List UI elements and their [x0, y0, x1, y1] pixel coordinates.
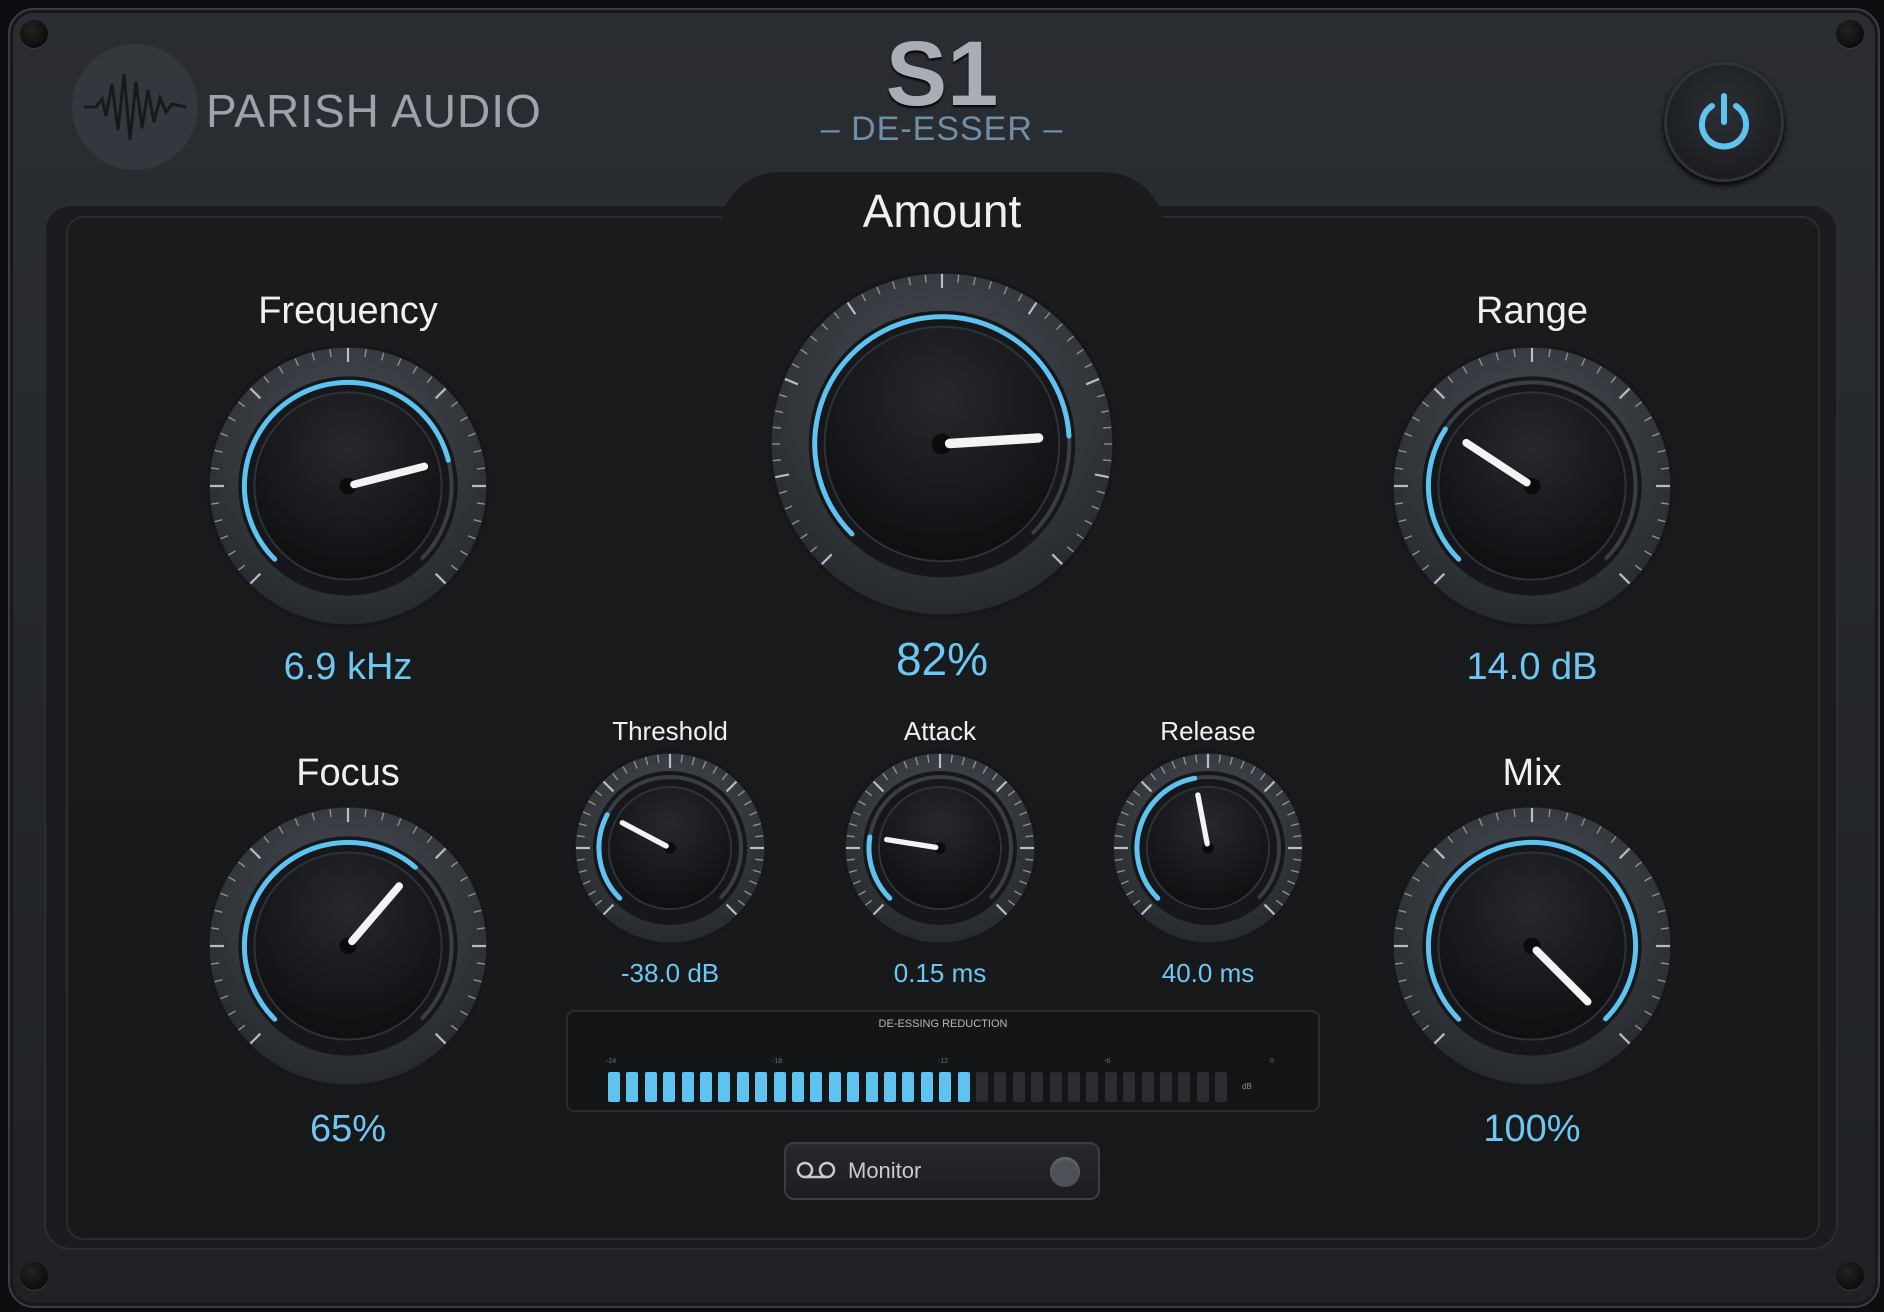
meter-tick-label: -24: [606, 1058, 617, 1065]
meter-segment: [1086, 1072, 1099, 1102]
monitor-label: Monitor: [848, 1158, 922, 1183]
monitor-toggle[interactable]: Monitor: [784, 1142, 1100, 1200]
meter-segment: [1160, 1072, 1172, 1102]
meter-tick-label: -18: [772, 1058, 783, 1065]
meter-unit: dB: [1242, 1082, 1252, 1091]
release-knob[interactable]: [1098, 738, 1318, 958]
meter-segment: [1141, 1072, 1154, 1102]
meter-segment: [957, 1072, 970, 1102]
meter-tick-label: -12: [938, 1058, 949, 1065]
mix-label: Mix: [1502, 752, 1562, 794]
focus-knob[interactable]: [194, 792, 502, 1100]
amount-value: 82%: [895, 633, 989, 685]
meter-segment: [608, 1072, 620, 1102]
range-label: Range: [1476, 290, 1588, 332]
meter-segment: [994, 1072, 1007, 1102]
meter-segment: [884, 1072, 896, 1102]
amount-knob-pointer: [944, 433, 1044, 449]
meter-segment: [1104, 1072, 1117, 1102]
meter-segment: [1031, 1072, 1044, 1102]
meter-segment: [828, 1072, 841, 1102]
meter-segment: [792, 1072, 804, 1102]
range-knob[interactable]: [1378, 332, 1686, 640]
meter-segment: [644, 1072, 657, 1102]
power-icon: [1699, 93, 1749, 150]
attack-knob[interactable]: [830, 738, 1050, 958]
frequency-value: 6.9 kHz: [283, 646, 413, 688]
meter-segment: [1012, 1072, 1025, 1102]
product-subtitle: – DE-ESSER –: [820, 110, 1064, 148]
meter-tick-label: -6: [1104, 1058, 1111, 1065]
mix-knob[interactable]: [1378, 792, 1686, 1100]
meter-segment: [902, 1072, 915, 1102]
frequency-knob[interactable]: [194, 332, 502, 640]
meter-segment: [1196, 1072, 1209, 1102]
meter-segment: [1068, 1072, 1080, 1102]
mix-value: 100%: [1483, 1108, 1581, 1150]
amount-knob[interactable]: [756, 258, 1128, 630]
meter-segment: [663, 1072, 676, 1102]
meter-segment: [920, 1072, 933, 1102]
meter-segment: [1178, 1072, 1191, 1102]
focus-value: 65%: [309, 1108, 387, 1150]
range-value: 14.0 dB: [1466, 646, 1598, 688]
meter-segment: [736, 1072, 749, 1102]
attack-value: 0.15 ms: [893, 958, 987, 988]
power-button[interactable]: [1664, 62, 1784, 182]
meter-tick-label: 0: [1270, 1058, 1274, 1065]
meter-segment: [810, 1072, 823, 1102]
meter-segment: [847, 1072, 860, 1102]
meter-segment: [1215, 1072, 1228, 1102]
meter-segment: [1049, 1072, 1062, 1102]
meter-segment: [976, 1072, 988, 1102]
meter-segment: [700, 1072, 712, 1102]
meter-segment: [755, 1072, 768, 1102]
meter-segment: [1123, 1072, 1136, 1102]
release-value: 40.0 ms: [1161, 958, 1255, 988]
meter-segment: [865, 1072, 878, 1102]
meter-segment: [939, 1072, 952, 1102]
meter-title: DE-ESSING REDUCTION: [878, 1018, 1008, 1030]
screw-bottom-right: [1836, 1262, 1864, 1290]
threshold-knob[interactable]: [560, 738, 780, 958]
frequency-label: Frequency: [258, 290, 438, 332]
meter-segment: [773, 1072, 786, 1102]
focus-label: Focus: [296, 752, 400, 794]
meter-segment: [626, 1072, 639, 1102]
screw-bottom-left: [20, 1262, 48, 1290]
headphones-icon: [796, 1161, 836, 1179]
amount-label: Amount: [862, 185, 1022, 237]
reduction-meter: DE-ESSING REDUCTION -24 -18 -12 -6 0 dB: [566, 1010, 1320, 1112]
threshold-value: -38.0 dB: [620, 958, 720, 988]
meter-segment: [681, 1072, 694, 1102]
monitor-indicator[interactable]: [1050, 1157, 1080, 1187]
meter-segment: [718, 1072, 731, 1102]
